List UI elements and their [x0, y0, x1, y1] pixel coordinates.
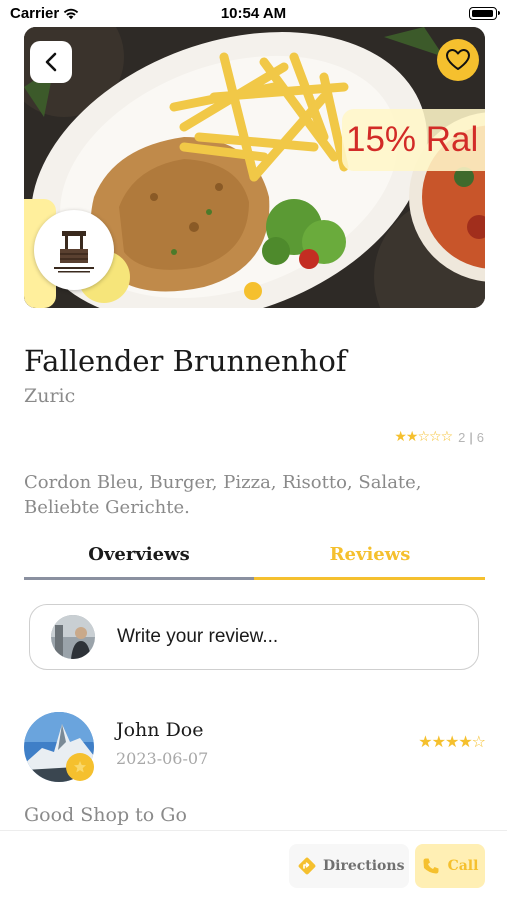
tab-overviews[interactable]: Overviews: [24, 540, 254, 582]
carousel-dot-active[interactable]: [244, 282, 262, 300]
tab-underline-inactive: [24, 577, 254, 580]
call-button[interactable]: Call: [415, 844, 485, 888]
restaurant-city: Zuric: [24, 385, 76, 407]
call-label: Call: [447, 858, 479, 874]
review-item: John Doe 2023-06-07 ★★★★☆: [24, 712, 486, 812]
status-time: 10:54 AM: [220, 5, 287, 22]
write-review-placeholder: Write your review...: [117, 626, 279, 647]
restaurant-rating: ★★☆☆☆ 2 | 6: [394, 429, 484, 445]
rating-count: 6: [476, 429, 484, 445]
directions-button[interactable]: Directions: [289, 844, 409, 888]
rating-stars: ★★☆☆☆: [394, 429, 453, 445]
restaurant-logo: [34, 210, 114, 290]
cuisine-list: Cordon Bleu, Burger, Pizza, Risotto, Sal…: [24, 472, 422, 518]
current-user-avatar: [51, 615, 95, 659]
favorite-button[interactable]: [437, 39, 479, 81]
directions-label: Directions: [323, 858, 405, 874]
battery-icon: [469, 7, 500, 20]
restaurant-name: Fallender Brunnenhof: [24, 344, 347, 378]
phone-icon: [423, 858, 439, 874]
badge-star-icon: [74, 761, 86, 773]
hero-image-carousel[interactable]: 15% Ral: [24, 27, 485, 308]
reviewer-name: John Doe: [116, 719, 204, 741]
tab-reviews[interactable]: Reviews: [255, 540, 485, 582]
heart-icon: [446, 49, 470, 70]
back-button[interactable]: [30, 41, 72, 83]
tab-underline-active: [254, 577, 485, 580]
promo-banner: 15% Ral: [342, 109, 485, 171]
rating-score: 2: [458, 429, 466, 445]
reviewer-badge: [66, 753, 94, 781]
review-stars: ★★★★☆: [418, 732, 486, 751]
back-icon: [45, 52, 57, 72]
review-text: Good Shop to Go: [24, 804, 187, 826]
directions-icon: [298, 857, 316, 875]
review-date: 2023-06-07: [116, 749, 209, 768]
status-bar: Carrier 10:54 AM: [0, 0, 507, 28]
tab-bar: Overviews Reviews: [24, 540, 485, 582]
write-review-input[interactable]: Write your review...: [29, 604, 479, 670]
rating-separator: |: [469, 429, 473, 445]
